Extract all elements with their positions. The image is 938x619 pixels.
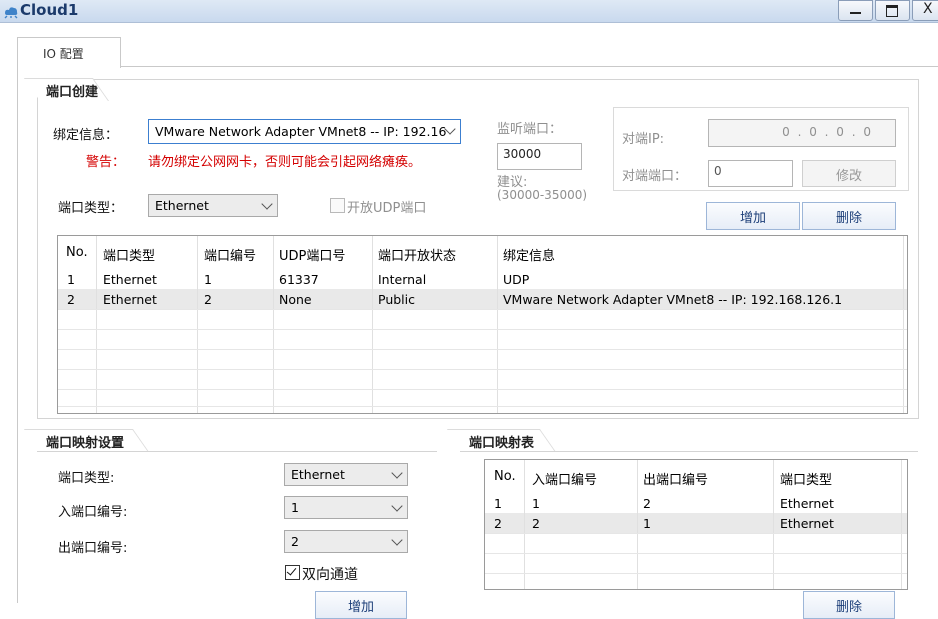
window-titlebar[interactable]: Cloud1 X [0,0,938,23]
cell-no: 2 [494,516,502,531]
cell-port-type: Ethernet [103,272,157,287]
cell-in-port: 1 [532,496,540,511]
cell-open-status: Internal [378,272,427,287]
table-row-selected-bg [485,513,907,533]
cloud-app-icon [4,7,18,19]
tab-io-config[interactable]: IO 配置 [17,37,121,68]
checkmark-icon [286,565,297,576]
port-type-label: 端口类型： [58,201,124,216]
cell-port-number: 2 [204,292,212,307]
bidirectional-checkbox[interactable] [285,565,300,580]
suggest-range: (30000-35000) [497,188,588,202]
close-button[interactable]: X [912,0,938,21]
column-header[interactable]: 入端口编号 [532,469,597,488]
in-port-value: 1 [291,500,299,515]
chevron-down-icon [391,500,403,512]
peer-port-label: 对端端口： [622,169,688,184]
port-mapping-title-tab: 端口映射设置 [23,429,170,453]
minimize-icon [850,12,861,14]
column-header[interactable]: 端口编号 [204,245,256,264]
minimize-button[interactable] [838,0,873,21]
column-header[interactable]: UDP端口号 [279,245,345,264]
window-title: Cloud1 [20,1,79,19]
cell-no: 1 [494,496,502,511]
chevron-down-icon [391,467,403,479]
port-type-select[interactable]: Ethernet [148,194,278,217]
out-port-value: 2 [291,534,299,549]
cell-out-port: 2 [643,496,651,511]
column-header[interactable]: No. [494,469,516,484]
peer-port-input[interactable]: 0 [708,160,793,187]
cell-port-type: Ethernet [780,516,834,531]
close-icon: X [923,1,933,17]
cell-binding: UDP [503,272,530,287]
bidirectional-label: 双向通道 [302,567,358,583]
mapping-port-type-value: Ethernet [291,467,345,482]
maximize-button[interactable] [875,0,910,21]
in-port-label: 入端口编号: [58,505,128,520]
cell-port-number: 1 [204,272,212,287]
column-header[interactable]: 端口类型 [780,469,832,488]
listen-port-label: 监听端口： [497,122,563,137]
tab-label: IO 配置 [43,47,84,61]
column-header[interactable]: No. [66,245,88,260]
warning-label: 警告： [86,155,126,170]
cell-port-type: Ethernet [103,292,157,307]
peer-ip-label: 对端IP: [622,132,665,147]
cell-port-type: Ethernet [780,496,834,511]
mapping-table-title-tab: 端口映射表 [446,429,573,453]
cell-no: 1 [67,272,75,287]
cell-udp-port: None [279,292,312,307]
mapping-port-type-label: 端口类型: [58,471,115,486]
in-port-select[interactable]: 1 [284,496,408,519]
cell-binding: VMware Network Adapter VMnet8 -- IP: 192… [503,292,843,307]
out-port-select[interactable]: 2 [284,530,408,553]
udp-port-checkbox[interactable] [330,198,345,213]
port-type-select-value: Ethernet [155,198,209,213]
column-header[interactable]: 出端口编号 [643,469,708,488]
binding-select-value: VMware Network Adapter VMnet8 -- IP: 192… [155,124,447,139]
cell-udp-port: 61337 [279,272,319,287]
udp-port-checkbox-label: 开放UDP端口 [347,201,427,216]
chevron-down-icon [391,534,403,546]
column-header[interactable]: 端口类型 [103,245,155,264]
chevron-down-icon [261,198,273,210]
peer-ip-input[interactable]: 0 . 0 . 0 . 0 [708,119,896,147]
binding-select[interactable]: VMware Network Adapter VMnet8 -- IP: 192… [148,119,461,144]
mapping-table[interactable]: No. 入端口编号 出端口编号 端口类型 1 1 2 Ethernet 2 2 … [484,459,908,590]
mapping-port-type-select[interactable]: Ethernet [284,463,408,486]
cell-out-port: 1 [643,516,651,531]
cell-in-port: 2 [532,516,540,531]
delete-mapping-button[interactable]: 删除 [803,591,895,619]
add-port-button[interactable]: 增加 [706,202,800,230]
modify-button[interactable]: 修改 [802,160,896,187]
maximize-icon [886,5,898,17]
column-header[interactable]: 端口开放状态 [378,245,456,264]
column-header[interactable]: 绑定信息 [503,245,555,264]
cell-no: 2 [67,292,75,307]
listen-port-input[interactable]: 30000 [497,143,582,170]
out-port-label: 出端口编号: [58,541,128,556]
mapping-table-divider [460,451,918,452]
warning-text: 请勿绑定公网网卡，否则可能会引起网络瘫痪。 [148,155,422,170]
port-table[interactable]: No. 端口类型 端口编号 UDP端口号 端口开放状态 绑定信息 1 Ether… [57,235,908,414]
port-create-title: 端口创建 [46,85,99,100]
mapping-table-title: 端口映射表 [469,436,535,451]
port-mapping-divider [37,451,437,452]
add-mapping-button[interactable]: 增加 [315,591,407,619]
port-create-title-tab: 端口创建 [23,78,120,102]
delete-port-button[interactable]: 删除 [802,202,896,230]
port-mapping-title: 端口映射设置 [46,436,125,451]
cell-open-status: Public [378,292,415,307]
binding-label: 绑定信息： [53,128,119,143]
